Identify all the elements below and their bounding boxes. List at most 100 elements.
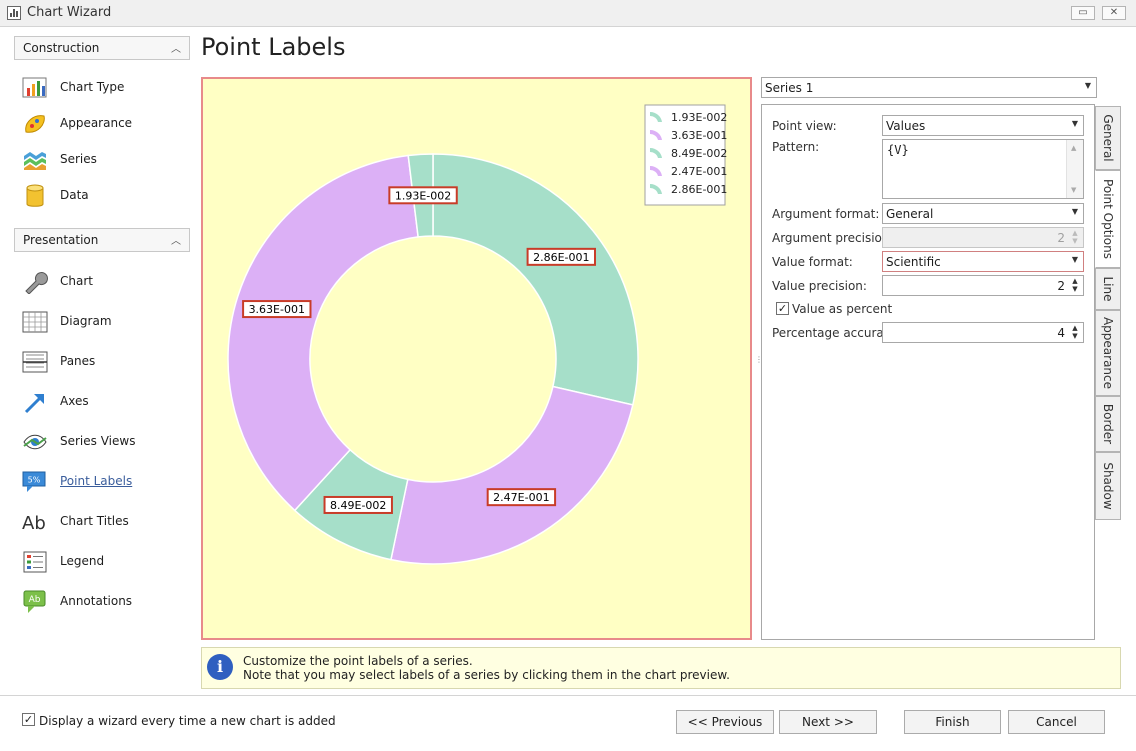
dropdown-arrow-icon: ▼: [1071, 255, 1078, 264]
nav-item-chart-type[interactable]: Chart Type: [20, 71, 195, 105]
nav-item-chart-titles[interactable]: Ab Chart Titles: [20, 505, 195, 539]
spin-buttons-icon[interactable]: ▲ ▼: [1070, 277, 1080, 293]
point-view-dropdown[interactable]: Values ▼: [882, 115, 1084, 136]
scroll-up-icon[interactable]: ▲: [1071, 144, 1076, 152]
chevron-up-icon: ︿: [171, 44, 181, 55]
next-button[interactable]: Next >>: [779, 710, 877, 734]
nav-item-series[interactable]: Series: [20, 143, 195, 177]
nav-item-diagram[interactable]: Diagram: [20, 305, 195, 339]
spin-buttons-icon[interactable]: ▲ ▼: [1070, 324, 1080, 340]
restore-button[interactable]: ▭: [1071, 6, 1095, 20]
dropdown-arrow-icon: ▼: [1071, 119, 1078, 128]
chart-legend[interactable]: 1.93E-002 3.63E-001 8.49E-002 2.47E-001 2.86…: [644, 104, 727, 206]
svg-text:3.63E-001: 3.63E-001: [249, 303, 305, 316]
tab-point-options[interactable]: Point Options: [1095, 170, 1121, 268]
value-format-label: Value format:: [772, 255, 853, 269]
chart-type-icon: [22, 77, 47, 98]
scroll-down-icon[interactable]: ▼: [1071, 186, 1076, 194]
series-dropdown[interactable]: Series 1 ▼: [761, 77, 1097, 98]
nav-item-legend[interactable]: Legend: [20, 545, 195, 579]
display-wizard-checkbox[interactable]: ✓: [22, 713, 35, 726]
annotations-icon: Ab: [23, 590, 46, 613]
tab-general[interactable]: General: [1095, 106, 1121, 170]
nav-label-legend: Legend: [60, 554, 105, 568]
series-icon: [24, 152, 46, 170]
argument-precision-value: 2: [1057, 231, 1065, 245]
pattern-label: Pattern:: [772, 140, 820, 154]
tab-appearance[interactable]: Appearance: [1095, 310, 1121, 396]
diagram-icon: [22, 311, 48, 333]
doughnut-slice[interactable]: [432, 153, 639, 406]
percentage-accuracy-value: 4: [1057, 326, 1065, 340]
svg-text:1.93E-002: 1.93E-002: [395, 189, 451, 202]
page-title: Point Labels: [201, 33, 346, 61]
legend-item-label: 8.49E-002: [671, 147, 727, 160]
nav-item-panes[interactable]: Panes: [20, 345, 195, 379]
chart-wrench-icon: [25, 272, 48, 294]
doughnut-chart[interactable]: 2.86E-001 2.47E-001 8.49E-002 3.63E-001 1.93…: [203, 79, 750, 638]
nav-item-point-labels[interactable]: 5% Point Labels: [20, 465, 195, 499]
legend-item-label: 3.63E-001: [671, 129, 727, 142]
info-bar: i Customize the point labels of a series…: [201, 647, 1121, 689]
doughnut-slice[interactable]: [390, 385, 634, 565]
argument-precision-spinner: 2 ▲ ▼: [882, 227, 1084, 248]
pattern-scrollbar[interactable]: ▲ ▼: [1066, 140, 1083, 198]
nav-item-axes[interactable]: Axes: [20, 385, 195, 419]
svg-text:Ab: Ab: [29, 595, 41, 605]
point-label[interactable]: 2.86E-001: [526, 247, 596, 266]
pattern-textarea[interactable]: {V} ▲ ▼: [882, 139, 1084, 199]
svg-text:2.47E-001: 2.47E-001: [493, 491, 549, 504]
previous-button[interactable]: << Previous: [676, 710, 774, 734]
svg-text:5%: 5%: [28, 476, 41, 485]
nav-label-series: Series: [60, 152, 97, 166]
series-dropdown-value: Series 1: [765, 81, 814, 95]
display-wizard-label: Display a wizard every time a new chart …: [39, 714, 336, 728]
panes-icon: [22, 351, 48, 373]
construction-group-header[interactable]: Construction ︿: [14, 36, 190, 60]
point-labels-icon: 5%: [22, 471, 46, 492]
nav-item-annotations[interactable]: Ab Annotations: [20, 585, 195, 619]
nav-label-panes: Panes: [60, 354, 96, 368]
svg-text:2.86E-001: 2.86E-001: [533, 251, 589, 264]
nav-label-chart: Chart: [60, 274, 93, 288]
doughnut-slice[interactable]: [227, 154, 419, 512]
construction-group-label: Construction: [23, 41, 100, 55]
chevron-up-icon: ︿: [171, 236, 181, 247]
point-label[interactable]: 3.63E-001: [242, 300, 312, 319]
dropdown-arrow-icon: ▼: [1084, 81, 1091, 90]
nav-item-chart[interactable]: Chart: [20, 265, 195, 299]
pattern-value: {V}: [887, 143, 909, 157]
nav-item-data[interactable]: Data: [20, 179, 195, 213]
tab-shadow[interactable]: Shadow: [1095, 452, 1121, 520]
tab-line[interactable]: Line: [1095, 268, 1121, 310]
cancel-button[interactable]: Cancel: [1008, 710, 1105, 734]
argument-format-dropdown[interactable]: General ▼: [882, 203, 1084, 224]
point-label[interactable]: 2.47E-001: [486, 488, 557, 507]
finish-button[interactable]: Finish: [904, 710, 1001, 734]
legend-item-label: 1.93E-002: [671, 111, 727, 124]
close-button[interactable]: ✕: [1102, 6, 1126, 20]
nav-label-annotations: Annotations: [60, 594, 133, 608]
window-title: Chart Wizard: [27, 5, 112, 20]
svg-text:8.49E-002: 8.49E-002: [330, 499, 386, 512]
nav-label-point-labels: Point Labels: [60, 474, 133, 488]
value-precision-value: 2: [1057, 279, 1065, 293]
chart-wizard-app-icon: [7, 6, 21, 20]
point-label[interactable]: 8.49E-002: [323, 495, 393, 514]
value-precision-spinner[interactable]: 2 ▲ ▼: [882, 275, 1084, 296]
chart-preview[interactable]: 2.86E-001 2.47E-001 8.49E-002 3.63E-001 1.93…: [201, 77, 752, 640]
nav-label-diagram: Diagram: [60, 314, 112, 328]
tab-border[interactable]: Border: [1095, 396, 1121, 452]
point-label[interactable]: 1.93E-002: [388, 186, 458, 205]
nav-label-series-views: Series Views: [60, 434, 136, 448]
nav-item-series-views[interactable]: Series Views: [20, 425, 195, 459]
dropdown-arrow-icon: ▼: [1071, 207, 1078, 216]
value-as-percent-checkbox[interactable]: ✓: [776, 302, 789, 315]
presentation-group-header[interactable]: Presentation ︿: [14, 228, 190, 252]
argument-format-value: General: [886, 207, 934, 221]
nav-item-appearance[interactable]: Appearance: [20, 107, 195, 141]
percentage-accuracy-spinner[interactable]: 4 ▲ ▼: [882, 322, 1084, 343]
info-line-1: Customize the point labels of a series.: [243, 654, 473, 668]
svg-text:Ab: Ab: [22, 513, 46, 534]
value-format-dropdown[interactable]: Scientific ▼: [882, 251, 1084, 272]
